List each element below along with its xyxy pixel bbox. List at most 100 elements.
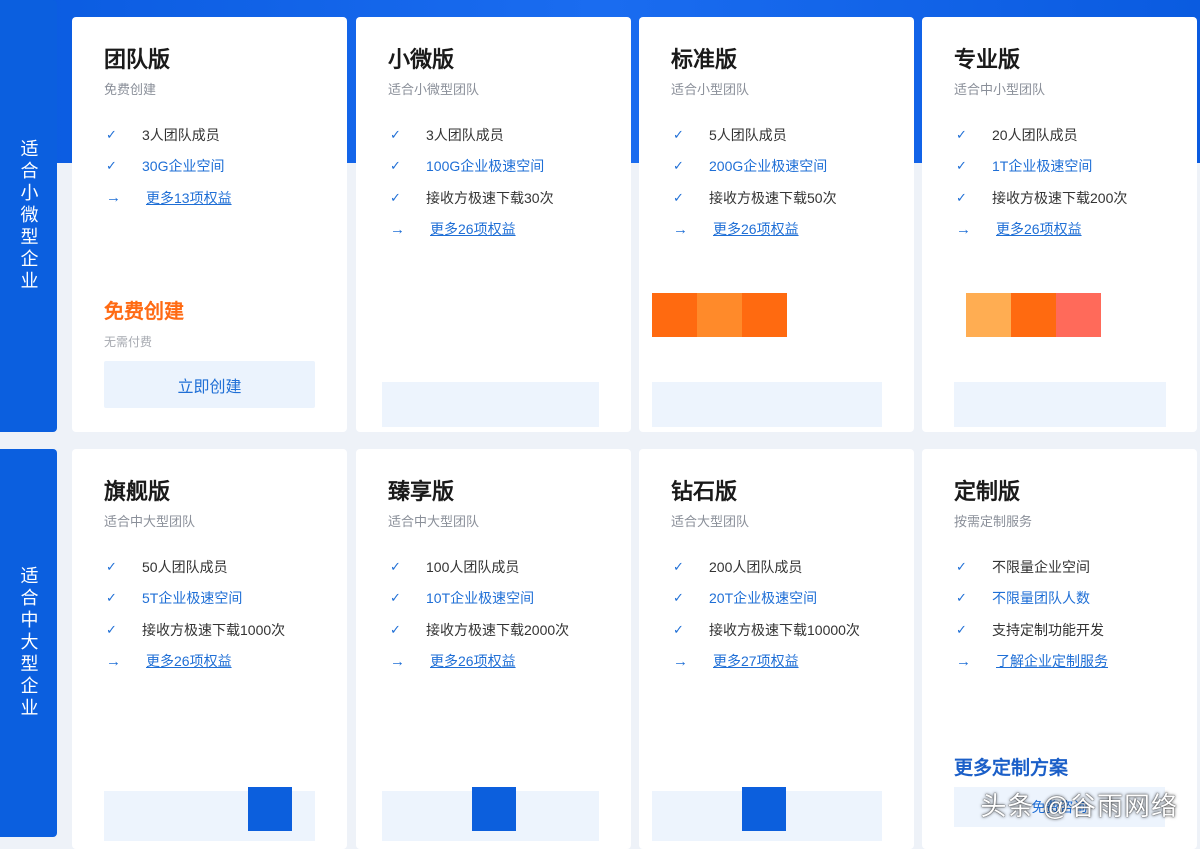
- check-icon: ✓: [106, 158, 117, 174]
- feature-item: ✓ 200人团队成员: [671, 551, 882, 583]
- plan-name: 小微版: [388, 47, 455, 72]
- feature-text: 接收方极速下载50次: [709, 189, 837, 206]
- feature-item: ✓ 3人团队成员: [388, 119, 599, 151]
- feature-text: 接收方极速下载2000次: [426, 621, 570, 638]
- arrow-right-icon: →: [956, 220, 971, 238]
- feature-item: ✓ 20人团队成员: [954, 119, 1165, 151]
- feature-text: 1T企业极速空间: [992, 158, 1093, 175]
- feature-item: ✓ 30G企业空间: [104, 151, 315, 183]
- feature-item: ✓ 20T企业极速空间: [671, 583, 882, 615]
- arrow-right-icon: →: [390, 220, 405, 238]
- arrow-right-icon: →: [956, 652, 971, 670]
- feature-item: ✓ 接收方极速下载200次: [954, 182, 1165, 214]
- more-benefits-text[interactable]: 更多27项权益: [709, 651, 799, 671]
- more-benefits-text[interactable]: 更多26项权益: [426, 651, 516, 671]
- price-label: 免费创建: [104, 301, 184, 323]
- check-icon: ✓: [390, 126, 401, 142]
- plan-card-diamond: 钻石版 适合大型团队 ✓ 200人团队成员 ✓ 20T企业极速空间 ✓ 接收方极速下载…: [639, 449, 914, 849]
- feature-item: ✓ 10T企业极速空间: [388, 583, 599, 615]
- feature-item: ✓ 不限量团队人数: [954, 583, 1165, 615]
- more-benefits-link[interactable]: → 更多27项权益: [671, 646, 882, 678]
- feature-list: ✓ 3人团队成员 ✓ 100G企业极速空间 ✓ 接收方极速下载30次 → 更多26项权益: [388, 119, 599, 245]
- more-benefits-link[interactable]: → 更多26项权益: [671, 214, 882, 246]
- feature-list: ✓ 不限量企业空间 ✓ 不限量团队人数 ✓ 支持定制功能开发 → 了解企业定制服务: [954, 551, 1165, 677]
- feature-text: 3人团队成员: [142, 126, 220, 143]
- more-benefits-link[interactable]: → 更多26项权益: [104, 646, 315, 678]
- plan-subtitle: 免费创建: [104, 82, 157, 97]
- purchase-button-redacted[interactable]: [382, 382, 599, 427]
- feature-item: ✓ 支持定制功能开发: [954, 614, 1165, 646]
- plan-subtitle: 适合中小型团队: [954, 82, 1046, 97]
- plan-name: 臻享版: [388, 479, 455, 504]
- redaction-block: [248, 787, 292, 831]
- feature-text: 100G企业极速空间: [426, 158, 545, 175]
- check-icon: ✓: [390, 621, 401, 637]
- feature-list: ✓ 3人团队成员 ✓ 30G企业空间 → 更多13项权益: [104, 119, 315, 214]
- check-icon: ✓: [673, 189, 684, 205]
- arrow-right-icon: →: [673, 652, 688, 670]
- feature-item: ✓ 接收方极速下载1000次: [104, 614, 315, 646]
- plan-card-standard: 标准版 适合小型团队 ✓ 5人团队成员 ✓ 200G企业极速空间 ✓ 接收方极速下载5…: [639, 17, 914, 432]
- plan-subtitle: 适合中大型团队: [104, 514, 196, 529]
- plan-subtitle: 适合大型团队: [671, 514, 750, 529]
- feature-item: ✓ 1T企业极速空间: [954, 151, 1165, 183]
- feature-list: ✓ 5人团队成员 ✓ 200G企业极速空间 ✓ 接收方极速下载50次 → 更多26项权益: [671, 119, 882, 245]
- more-benefits-link[interactable]: → 更多26项权益: [388, 214, 599, 246]
- feature-item: ✓ 接收方极速下载50次: [671, 182, 882, 214]
- plan-name: 标准版: [671, 47, 738, 72]
- more-benefits-link[interactable]: → 更多26项权益: [954, 214, 1165, 246]
- check-icon: ✓: [673, 126, 684, 142]
- check-icon: ✓: [673, 621, 684, 637]
- category-label-small: 适合小微型企业: [0, 0, 57, 432]
- feature-item: ✓ 100人团队成员: [388, 551, 599, 583]
- category-text-large: 适合中大型企业: [18, 566, 39, 720]
- redaction-block: [742, 787, 786, 831]
- more-benefits-link[interactable]: → 更多26项权益: [388, 646, 599, 678]
- more-benefits-link[interactable]: → 更多13项权益: [104, 182, 315, 214]
- check-icon: ✓: [673, 590, 684, 606]
- category-text-small: 适合小微型企业: [18, 139, 39, 293]
- feature-item: ✓ 5T企业极速空间: [104, 583, 315, 615]
- price-mosaic: [966, 293, 1101, 337]
- price-note: 无需付费: [104, 335, 153, 349]
- purchase-button-redacted[interactable]: [652, 382, 882, 427]
- check-icon: ✓: [106, 558, 117, 574]
- feature-text: 50人团队成员: [142, 558, 228, 575]
- more-benefits-text[interactable]: 更多26项权益: [992, 219, 1082, 239]
- category-label-large: 适合中大型企业: [0, 449, 57, 837]
- plan-subtitle: 适合中大型团队: [388, 514, 480, 529]
- check-icon: ✓: [106, 590, 117, 606]
- feature-text: 不限量企业空间: [992, 558, 1090, 575]
- plan-card-micro: 小微版 适合小微型团队 ✓ 3人团队成员 ✓ 100G企业极速空间 ✓ 接收方极速下载…: [356, 17, 631, 432]
- more-benefits-text[interactable]: 更多13项权益: [142, 188, 232, 208]
- plan-card-team: 团队版 免费创建 ✓ 3人团队成员 ✓ 30G企业空间 → 更多13项权益 免费创建 …: [72, 17, 347, 432]
- purchase-button-redacted[interactable]: [954, 382, 1166, 427]
- custom-service-link[interactable]: → 了解企业定制服务: [954, 646, 1165, 678]
- plan-name: 旗舰版: [104, 479, 171, 504]
- custom-service-text[interactable]: 了解企业定制服务: [992, 651, 1108, 671]
- feature-text: 100人团队成员: [426, 558, 520, 575]
- feature-item: ✓ 3人团队成员: [104, 119, 315, 151]
- feature-text: 支持定制功能开发: [992, 621, 1104, 638]
- feature-text: 接收方极速下载200次: [992, 189, 1128, 206]
- check-icon: ✓: [390, 158, 401, 174]
- plan-name: 专业版: [954, 47, 1021, 72]
- feature-item: ✓ 不限量企业空间: [954, 551, 1165, 583]
- feature-text: 200人团队成员: [709, 558, 803, 575]
- more-benefits-text[interactable]: 更多26项权益: [709, 219, 799, 239]
- plan-subtitle: 适合小微型团队: [388, 82, 480, 97]
- more-plans-title: 更多定制方案: [954, 758, 1069, 779]
- plan-subtitle: 适合小型团队: [671, 82, 750, 97]
- check-icon: ✓: [956, 189, 967, 205]
- check-icon: ✓: [106, 126, 117, 142]
- feature-list: ✓ 50人团队成员 ✓ 5T企业极速空间 ✓ 接收方极速下载1000次 → 更多26项权…: [104, 551, 315, 677]
- check-icon: ✓: [956, 126, 967, 142]
- more-benefits-text[interactable]: 更多26项权益: [142, 651, 232, 671]
- feature-text: 接收方极速下载30次: [426, 189, 554, 206]
- feature-text: 200G企业极速空间: [709, 158, 828, 175]
- feature-text: 不限量团队人数: [992, 590, 1090, 607]
- check-icon: ✓: [390, 189, 401, 205]
- more-benefits-text[interactable]: 更多26项权益: [426, 219, 516, 239]
- feature-item: ✓ 200G企业极速空间: [671, 151, 882, 183]
- create-now-button[interactable]: 立即创建: [104, 361, 315, 408]
